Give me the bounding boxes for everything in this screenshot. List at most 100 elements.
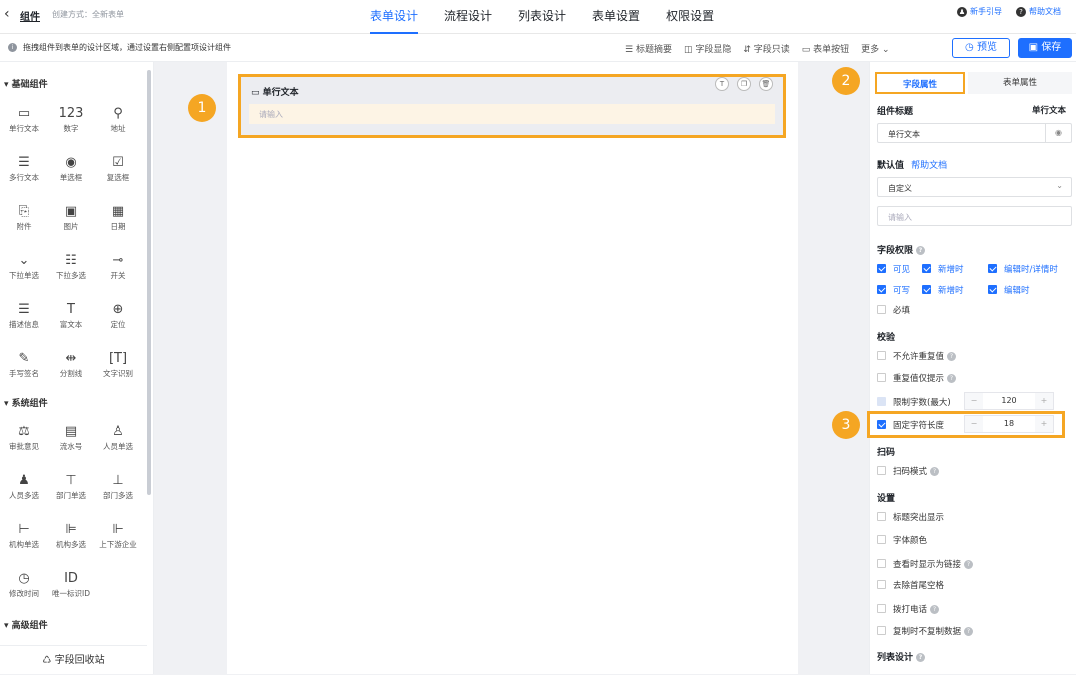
system-component-9[interactable]: ◷ 修改时间: [0, 570, 48, 599]
system-component-4[interactable]: ⊤ 部门单选: [47, 472, 95, 501]
basic-component-1[interactable]: 123 数字: [47, 105, 95, 134]
single-text-field[interactable]: ▭ 单行文本 T ❐ 🗑 请输入: [238, 74, 786, 138]
basic-component-4[interactable]: ◉ 单选框: [47, 154, 95, 183]
system-component-5[interactable]: ⊥ 部门多选: [94, 472, 142, 501]
visible-edit-detail-checkbox[interactable]: [988, 264, 997, 273]
component-label: 开关: [110, 271, 126, 280]
system-component-7[interactable]: ⊫ 机构多选: [47, 521, 95, 550]
trim-spaces-checkbox[interactable]: [877, 580, 886, 589]
component-label: 附件: [16, 222, 32, 231]
back-arrow-icon[interactable]: ‹: [4, 6, 10, 22]
basic-component-2[interactable]: ⚲ 地址: [94, 105, 142, 134]
tab-permission-settings[interactable]: 权限设置: [666, 0, 714, 34]
delete-icon[interactable]: 🗑: [759, 77, 773, 91]
no-copy-checkbox[interactable]: [877, 626, 886, 635]
no-duplicate-checkbox[interactable]: [877, 351, 886, 360]
section-advanced[interactable]: ▾ 高级组件: [4, 618, 48, 631]
default-value-select[interactable]: 自定义 ⌄: [877, 177, 1072, 197]
system-component-3[interactable]: ♟ 人员多选: [0, 472, 48, 501]
component-panel-scrollbar[interactable]: [147, 70, 151, 495]
basic-component-0[interactable]: ▭ 单行文本: [0, 105, 48, 134]
tab-form-design[interactable]: 表单设计: [370, 0, 419, 34]
help-icon: ?: [916, 246, 926, 255]
basic-component-14[interactable]: ⊕ 定位: [94, 301, 142, 330]
system-component-1[interactable]: ▤ 流水号: [47, 423, 95, 452]
component-label: 唯一标识ID: [52, 589, 90, 598]
limit-length-stepper[interactable]: −120 +: [964, 392, 1054, 410]
toolbar-tools: ☰ 标题摘要 ◫ 字段显隐 ⇵ 字段只读 ▭ 表单按钮 更多 ⌄: [625, 42, 902, 55]
title-highlight-checkbox[interactable]: [877, 512, 886, 521]
basic-component-5[interactable]: ☑ 复选框: [94, 154, 142, 183]
component-title-input[interactable]: 单行文本 ◉: [877, 123, 1072, 143]
writable-new-checkbox[interactable]: [922, 285, 931, 294]
list-design-label: 列表设计?: [877, 650, 926, 663]
trim-spaces-label: 去除首尾空格: [893, 581, 945, 591]
help-icon: ?: [947, 374, 957, 383]
no-duplicate-label: 不允许重复值?: [893, 350, 957, 362]
tool-title-summary[interactable]: ☰ 标题摘要: [625, 42, 672, 55]
scan-mode-checkbox[interactable]: [877, 466, 886, 475]
plus-icon[interactable]: +: [1035, 393, 1053, 409]
basic-component-13[interactable]: T 富文本: [47, 301, 95, 330]
set-title-icon[interactable]: T: [715, 77, 729, 91]
required-checkbox[interactable]: [877, 305, 886, 314]
basic-component-9[interactable]: ⌄ 下拉单选: [0, 252, 48, 281]
tool-field-visibility[interactable]: ◫ 字段显隐: [684, 42, 731, 55]
field-permission-label: 字段权限?: [877, 243, 926, 256]
list-design-text: 列表设计: [877, 653, 914, 663]
copy-icon[interactable]: ❐: [737, 77, 751, 91]
app-name-link[interactable]: 组件: [20, 8, 40, 23]
component-title-value: 单行文本: [888, 130, 920, 139]
section-basic[interactable]: ▾ 基础组件: [4, 77, 48, 90]
limit-length-checkbox[interactable]: [877, 397, 886, 406]
tool-form-buttons[interactable]: ▭ 表单按钮: [802, 42, 849, 55]
validation-label: 校验: [877, 333, 896, 343]
system-component-10[interactable]: ID 唯一标识ID: [47, 570, 95, 599]
basic-component-12[interactable]: ☰ 描述信息: [0, 301, 48, 330]
basic-component-16[interactable]: ⇹ 分割线: [47, 350, 95, 379]
tab-form-properties[interactable]: 表单属性: [968, 72, 1072, 94]
call-phone-checkbox[interactable]: [877, 604, 886, 613]
basic-component-11[interactable]: ⊸ 开关: [94, 252, 142, 281]
system-component-0[interactable]: ⚖ 审批意见: [0, 423, 48, 452]
preview-button[interactable]: ◷ 预览: [952, 38, 1010, 58]
tab-flow-design[interactable]: 流程设计: [444, 0, 492, 34]
visible-new-checkbox[interactable]: [922, 264, 931, 273]
writable-checkbox[interactable]: [877, 285, 886, 294]
system-component-2[interactable]: ♙ 人员单选: [94, 423, 142, 452]
default-value-input[interactable]: 请输入: [877, 206, 1072, 226]
recycle-bin-label: 字段回收站: [54, 655, 105, 666]
tool-field-readonly[interactable]: ⇵ 字段只读: [743, 42, 789, 55]
basic-component-15[interactable]: ✎ 手写签名: [0, 350, 48, 379]
font-color-checkbox[interactable]: [877, 535, 886, 544]
system-component-6[interactable]: ⊢ 机构单选: [0, 521, 48, 550]
system-component-8[interactable]: ⊩ 上下游企业: [94, 521, 142, 550]
basic-component-10[interactable]: ☷ 下拉多选: [47, 252, 95, 281]
section-system[interactable]: ▾ 系统组件: [4, 396, 48, 409]
help-link[interactable]: ? 帮助文档: [1016, 6, 1061, 17]
eye-icon[interactable]: ◉: [1045, 124, 1071, 142]
recycle-bin-button[interactable]: ♺ 字段回收站: [0, 645, 147, 674]
tab-field-properties[interactable]: 字段属性: [875, 72, 965, 94]
basic-component-6[interactable]: ⎘ 附件: [0, 203, 48, 232]
minus-icon[interactable]: −: [965, 393, 983, 409]
visible-checkbox[interactable]: [877, 264, 886, 273]
guide-label: 新手引导: [970, 7, 1002, 16]
basic-component-7[interactable]: ▣ 图片: [47, 203, 95, 232]
form-canvas[interactable]: [227, 62, 798, 674]
basic-component-8[interactable]: ▦ 日期: [94, 203, 142, 232]
basic-component-17[interactable]: [T] 文字识别: [94, 350, 142, 379]
component-label: 机构多选: [56, 540, 86, 549]
show-as-link-checkbox[interactable]: [877, 559, 886, 568]
writable-edit-checkbox[interactable]: [988, 285, 997, 294]
tool-more[interactable]: 更多 ⌄: [861, 42, 889, 55]
basic-component-3[interactable]: ☰ 多行文本: [0, 154, 48, 183]
save-button[interactable]: ▣ 保存: [1018, 38, 1072, 58]
help-doc-link[interactable]: 帮助文档: [911, 161, 947, 171]
tab-form-settings[interactable]: 表单设置: [592, 0, 640, 34]
guide-link[interactable]: ♟ 新手引导: [957, 6, 1002, 17]
tab-list-design[interactable]: 列表设计: [518, 0, 566, 34]
limit-length-value[interactable]: 120: [983, 393, 1035, 409]
component-label: 富文本: [59, 320, 83, 329]
duplicate-tip-checkbox[interactable]: [877, 373, 886, 382]
